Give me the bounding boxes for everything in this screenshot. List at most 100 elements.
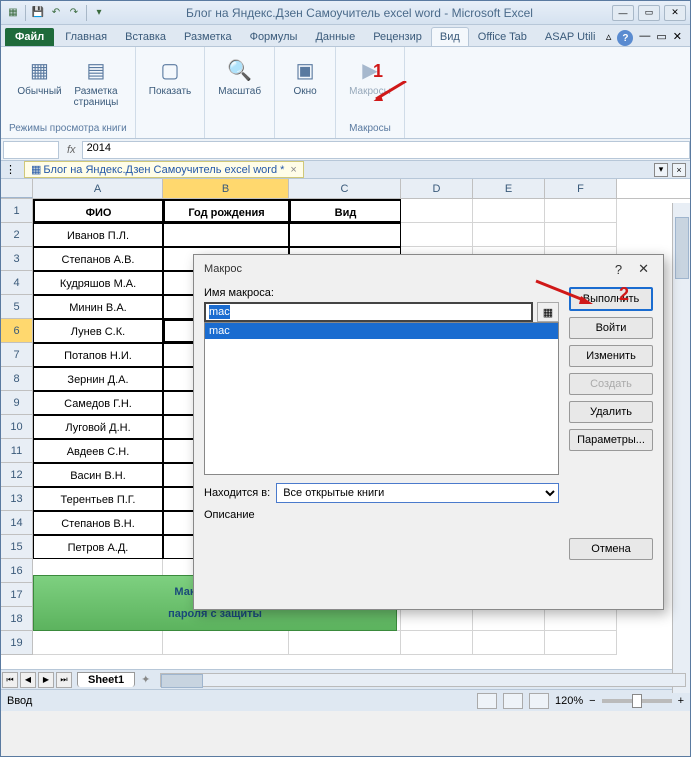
row-header[interactable]: 1	[1, 199, 33, 223]
step-button[interactable]: Войти	[569, 317, 653, 339]
page-layout-button[interactable]: ▤ Разметкастраницы	[69, 51, 124, 111]
row-header[interactable]: 2	[1, 223, 33, 247]
dialog-help-button[interactable]: ?	[611, 258, 626, 281]
row-header[interactable]: 3	[1, 247, 33, 271]
dialog-close-button[interactable]: ✕	[634, 257, 653, 281]
qat-icon[interactable]: ▾	[91, 5, 107, 21]
tab-layout[interactable]: Разметка	[175, 27, 241, 46]
zoom-in-button[interactable]: +	[678, 695, 684, 707]
cell[interactable]: Степанов А.В.	[33, 247, 163, 271]
help-icon[interactable]: ?	[617, 30, 633, 46]
window-button[interactable]: ▣ Окно	[283, 51, 327, 100]
cell[interactable]	[289, 223, 401, 247]
cell[interactable]: Потапов Н.И.	[33, 343, 163, 367]
tab-close[interactable]: ×	[672, 163, 686, 177]
sheet-nav-prev[interactable]: ◀	[20, 672, 36, 688]
row-header[interactable]: 11	[1, 439, 33, 463]
cell[interactable]: Авдеев С.Н.	[33, 439, 163, 463]
cell[interactable]: Луговой Д.Н.	[33, 415, 163, 439]
zoom-button[interactable]: 🔍 Масштаб	[213, 51, 266, 100]
row-header[interactable]: 17	[1, 583, 33, 607]
name-box[interactable]	[3, 141, 59, 159]
tab-home[interactable]: Главная	[56, 27, 116, 46]
zoom-out-button[interactable]: −	[589, 695, 595, 707]
cell[interactable]: Петров А.Д.	[33, 535, 163, 559]
zoom-slider[interactable]	[602, 699, 672, 703]
vertical-scrollbar[interactable]	[672, 203, 690, 693]
tab-menu-icon[interactable]: ⋮	[5, 163, 16, 176]
row-header[interactable]: 5	[1, 295, 33, 319]
edit-button[interactable]: Изменить	[569, 345, 653, 367]
col-header-B[interactable]: B	[163, 179, 289, 198]
row-header[interactable]: 18	[1, 607, 33, 631]
cell[interactable]: Кудряшов М.А.	[33, 271, 163, 295]
horizontal-scrollbar[interactable]	[160, 673, 686, 687]
select-all[interactable]	[1, 179, 33, 198]
macro-list-item[interactable]: mac	[205, 323, 558, 339]
col-header-C[interactable]: C	[289, 179, 401, 198]
options-button[interactable]: Параметры...	[569, 429, 653, 451]
cancel-button[interactable]: Отмена	[569, 538, 653, 560]
tab-formulas[interactable]: Формулы	[241, 27, 307, 46]
row-header[interactable]: 14	[1, 511, 33, 535]
maximize-button[interactable]: ▭	[638, 5, 660, 21]
row-header[interactable]: 16	[1, 559, 33, 583]
cell[interactable]: Степанов В.Н.	[33, 511, 163, 535]
view-normal-button[interactable]	[477, 693, 497, 709]
cell[interactable]	[401, 223, 473, 247]
view-page-button[interactable]	[503, 693, 523, 709]
cell[interactable]	[33, 631, 163, 655]
sheet-nav-last[interactable]: ⏭	[56, 672, 72, 688]
row-header[interactable]: 8	[1, 367, 33, 391]
macro-name-input[interactable]: mac	[204, 302, 533, 322]
macro-list[interactable]: mac	[204, 322, 559, 475]
workbook-tab[interactable]: ▦ Блог на Яндекс.Дзен Самоучитель excel …	[24, 161, 304, 178]
cell[interactable]	[163, 223, 289, 247]
cell[interactable]	[545, 223, 617, 247]
cell[interactable]	[473, 607, 545, 631]
col-header-E[interactable]: E	[473, 179, 545, 198]
cell[interactable]: Год рождения	[163, 199, 289, 223]
cell[interactable]	[401, 199, 473, 223]
cell[interactable]: Лунев С.К.	[33, 319, 163, 343]
close-button[interactable]: ✕	[664, 5, 686, 21]
cell[interactable]	[401, 631, 473, 655]
row-header[interactable]: 9	[1, 391, 33, 415]
cell[interactable]: Васин В.Н.	[33, 463, 163, 487]
row-header[interactable]: 15	[1, 535, 33, 559]
sheet-nav-next[interactable]: ▶	[38, 672, 54, 688]
show-button[interactable]: ▢ Показать	[144, 51, 197, 100]
formula-input[interactable]: 2014	[82, 141, 690, 159]
tab-asap[interactable]: ASAP Utili	[536, 27, 605, 46]
tab-view[interactable]: Вид	[431, 27, 469, 46]
zoom-level[interactable]: 120%	[555, 695, 583, 707]
mdi-close-icon[interactable]: ✕	[673, 30, 682, 46]
sheet-nav-first[interactable]: ⏮	[2, 672, 18, 688]
ribbon-min-icon[interactable]: ▵	[606, 30, 612, 46]
minimize-button[interactable]: —	[612, 5, 634, 21]
cell[interactable]: ФИО	[33, 199, 163, 223]
tab-office[interactable]: Office Tab	[469, 27, 536, 46]
cell[interactable]	[401, 607, 473, 631]
fx-icon[interactable]: fx	[61, 144, 82, 156]
cell[interactable]	[473, 223, 545, 247]
view-break-button[interactable]	[529, 693, 549, 709]
col-header-F[interactable]: F	[545, 179, 617, 198]
col-header-D[interactable]: D	[401, 179, 473, 198]
ref-edit-icon[interactable]: ▦	[537, 302, 559, 322]
cell[interactable]	[473, 631, 545, 655]
macros-button[interactable]: ▶ Макросы	[344, 51, 396, 100]
cell[interactable]	[473, 199, 545, 223]
cell[interactable]	[545, 607, 617, 631]
cell[interactable]: Самедов Г.Н.	[33, 391, 163, 415]
new-sheet-button[interactable]: ✦	[135, 672, 156, 687]
row-header[interactable]: 13	[1, 487, 33, 511]
tab-data[interactable]: Данные	[306, 27, 364, 46]
tab-dropdown[interactable]: ▾	[654, 163, 668, 177]
tab-review[interactable]: Рецензир	[364, 27, 431, 46]
save-icon[interactable]: 💾	[30, 5, 46, 21]
cell[interactable]	[545, 631, 617, 655]
cell[interactable]	[545, 199, 617, 223]
cell[interactable]: Зернин Д.А.	[33, 367, 163, 391]
tab-insert[interactable]: Вставка	[116, 27, 175, 46]
